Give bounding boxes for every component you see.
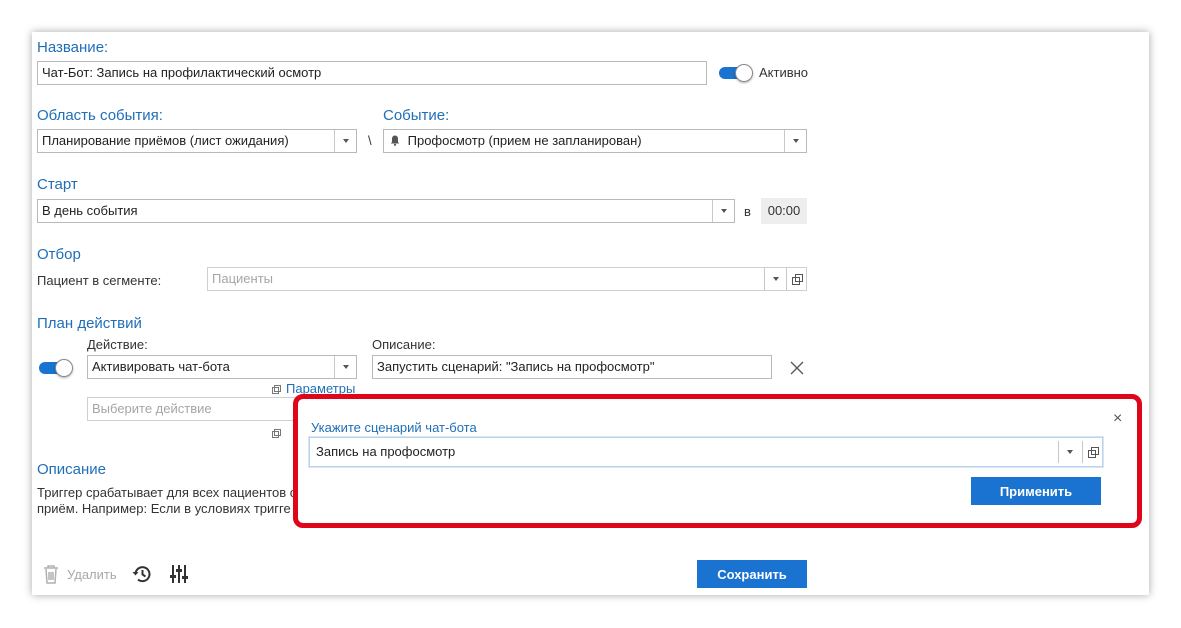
open-external-icon[interactable]	[786, 268, 806, 290]
start-time-input[interactable]: 00:00	[761, 198, 807, 224]
chevron-down-icon[interactable]	[334, 356, 356, 378]
action-value: Активировать чат-бота	[92, 359, 230, 374]
active-toggle[interactable]	[719, 64, 753, 82]
chevron-down-icon[interactable]	[1058, 441, 1080, 463]
action-select[interactable]: Активировать чат-бота	[87, 355, 357, 379]
event-area-value: Планирование приёмов (лист ожидания)	[42, 133, 289, 148]
start-label: Старт	[37, 176, 78, 193]
open-external-icon[interactable]	[1082, 441, 1102, 463]
event-area-label: Область события:	[37, 107, 163, 124]
description-line-1: Триггер срабатывает для всех пациентов с	[37, 485, 297, 500]
action-label: Действие:	[87, 337, 148, 352]
save-button[interactable]: Сохранить	[697, 560, 807, 588]
description-line-2: приём. Например: Если в условиях тригге	[37, 501, 291, 516]
chevron-down-icon[interactable]	[334, 130, 356, 152]
action-description-label: Описание:	[372, 337, 436, 352]
segment-placeholder: Пациенты	[212, 271, 273, 286]
action-toggle[interactable]	[39, 359, 73, 377]
description-text: Триггер срабатывает для всех пациентов с…	[37, 485, 297, 517]
active-label: Активно	[759, 65, 809, 80]
event-area-select[interactable]: Планирование приёмов (лист ожидания)	[37, 129, 357, 153]
segment-select[interactable]: Пациенты	[207, 267, 807, 291]
bell-icon	[390, 131, 400, 152]
chatbot-scenario-popup: Укажите сценарий чат-бота × Запись на пр…	[293, 394, 1142, 528]
popup-label: Укажите сценарий чат-бота	[311, 420, 477, 435]
start-at-label: в	[744, 204, 751, 219]
name-label: Название:	[37, 39, 109, 56]
filter-label: Отбор	[37, 246, 81, 263]
event-select[interactable]: Профосмотр (прием не запланирован)	[383, 129, 807, 153]
event-label: Событие:	[383, 107, 450, 124]
segment-label: Пациент в сегменте:	[37, 273, 162, 288]
close-icon[interactable]: ×	[1113, 410, 1122, 428]
open-external-icon	[272, 385, 281, 394]
new-action-placeholder: Выберите действие	[92, 401, 212, 416]
action-plan-label: План действий	[37, 315, 142, 332]
apply-button[interactable]: Применить	[971, 477, 1101, 505]
action-description-input[interactable]: Запустить сценарий: "Запись на профосмот…	[372, 355, 772, 379]
description-label: Описание	[37, 461, 107, 478]
chevron-down-icon[interactable]	[784, 130, 806, 152]
close-icon[interactable]	[789, 360, 805, 376]
action-toggle-knob	[55, 359, 73, 377]
start-select[interactable]: В день события	[37, 199, 735, 223]
trash-icon[interactable]	[42, 564, 60, 584]
delete-button[interactable]: Удалить	[67, 567, 117, 582]
open-external-icon[interactable]	[272, 425, 286, 440]
start-value: В день события	[42, 203, 138, 218]
active-toggle-knob	[735, 64, 753, 82]
history-icon[interactable]	[131, 564, 152, 584]
popup-scenario-value: Запись на профосмотр	[316, 444, 456, 459]
name-input[interactable]: Чат-Бот: Запись на профилактический осмо…	[37, 61, 707, 85]
settings-sliders-icon[interactable]	[169, 564, 189, 584]
popup-scenario-select[interactable]: Запись на профосмотр	[309, 437, 1103, 467]
name-input-value: Чат-Бот: Запись на профилактический осмо…	[42, 65, 322, 80]
chevron-down-icon[interactable]	[764, 268, 786, 290]
event-value: Профосмотр (прием не запланирован)	[407, 133, 642, 148]
separator: \	[368, 133, 372, 148]
action-description-value: Запустить сценарий: "Запись на профосмот…	[377, 359, 655, 374]
chevron-down-icon[interactable]	[712, 200, 734, 222]
